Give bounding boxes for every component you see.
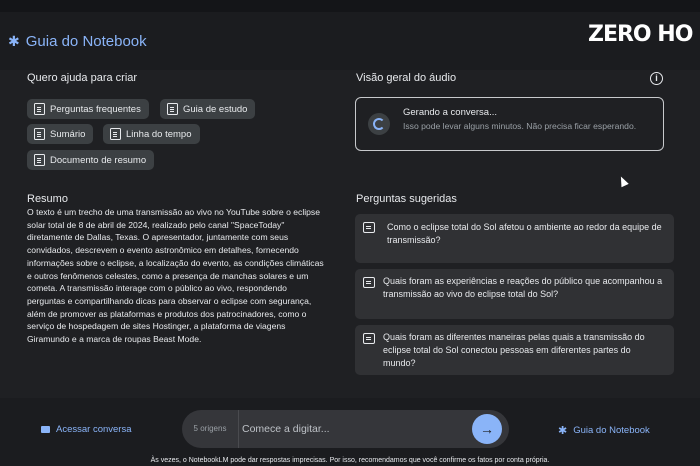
chip-faq[interactable]: Perguntas frequentes xyxy=(27,99,149,119)
notebook-guide-link[interactable]: ✱ Guia do Notebook xyxy=(558,424,650,437)
question-icon xyxy=(363,333,375,344)
question-text: Quais foram as experiências e reações do… xyxy=(383,276,663,299)
document-icon xyxy=(110,128,121,140)
chip-summary[interactable]: Sumário xyxy=(27,124,94,144)
chat-icon xyxy=(41,426,50,433)
summary-text: O texto é um trecho de uma transmissão a… xyxy=(27,207,324,345)
chat-input[interactable] xyxy=(242,419,462,439)
top-strip xyxy=(0,0,700,12)
chip-label: Guia de estudo xyxy=(183,103,248,115)
suggested-question[interactable]: Como o eclipse total do Sol afetou o amb… xyxy=(355,214,674,263)
chip-timeline[interactable]: Linha do tempo xyxy=(103,124,200,144)
audio-status: Gerando a conversa... xyxy=(403,107,497,118)
chip-briefing-doc[interactable]: Documento de resumo xyxy=(27,150,155,170)
channel-logo: ZERO HO xyxy=(588,22,693,47)
summary-title: Resumo xyxy=(27,193,68,205)
question-icon xyxy=(363,222,375,233)
audio-detail: Isso pode levar alguns minutos. Não prec… xyxy=(403,121,637,131)
chip-label: Perguntas frequentes xyxy=(50,103,141,115)
help-section-title: Quero ajuda para criar xyxy=(27,72,138,84)
chip-label: Documento de resumo xyxy=(50,154,147,166)
question-icon xyxy=(363,277,375,288)
open-chat-link[interactable]: Acessar conversa xyxy=(41,424,132,435)
spark-icon: ✱ xyxy=(558,425,568,437)
guide-title: ✱ Guia do Notebook xyxy=(8,33,147,50)
chat-input-bar: 5 origens → xyxy=(182,410,509,448)
chip-label: Linha do tempo xyxy=(126,128,192,140)
loading-spinner-icon xyxy=(368,113,390,135)
audio-section-title: Visão geral do áudio xyxy=(356,72,457,84)
notebook-guide-label: Guia do Notebook xyxy=(573,425,650,436)
suggested-question[interactable]: Quais foram as diferentes maneiras pelas… xyxy=(355,325,674,375)
document-icon xyxy=(34,128,45,140)
guide-title-label: Guia do Notebook xyxy=(25,33,147,50)
sources-count[interactable]: 5 origens xyxy=(182,410,239,448)
question-text: Como o eclipse total do Sol afetou o amb… xyxy=(387,222,662,245)
open-chat-label: Acessar conversa xyxy=(56,424,132,435)
info-icon[interactable]: i xyxy=(650,72,663,85)
suggested-question[interactable]: Quais foram as experiências e reações do… xyxy=(355,269,674,319)
audio-overview-card: Gerando a conversa... Isso pode levar al… xyxy=(355,97,664,151)
document-icon xyxy=(34,154,45,166)
disclaimer: Às vezes, o NotebookLM pode dar resposta… xyxy=(150,457,550,464)
chip-study-guide[interactable]: Guia de estudo xyxy=(160,99,256,119)
document-icon xyxy=(167,103,178,115)
send-button[interactable]: → xyxy=(472,414,502,444)
chip-label: Sumário xyxy=(50,128,86,140)
document-icon xyxy=(34,103,45,115)
spark-icon: ✱ xyxy=(8,33,20,49)
suggested-section-title: Perguntas sugeridas xyxy=(356,193,457,205)
question-text: Quais foram as diferentes maneiras pelas… xyxy=(383,332,645,368)
